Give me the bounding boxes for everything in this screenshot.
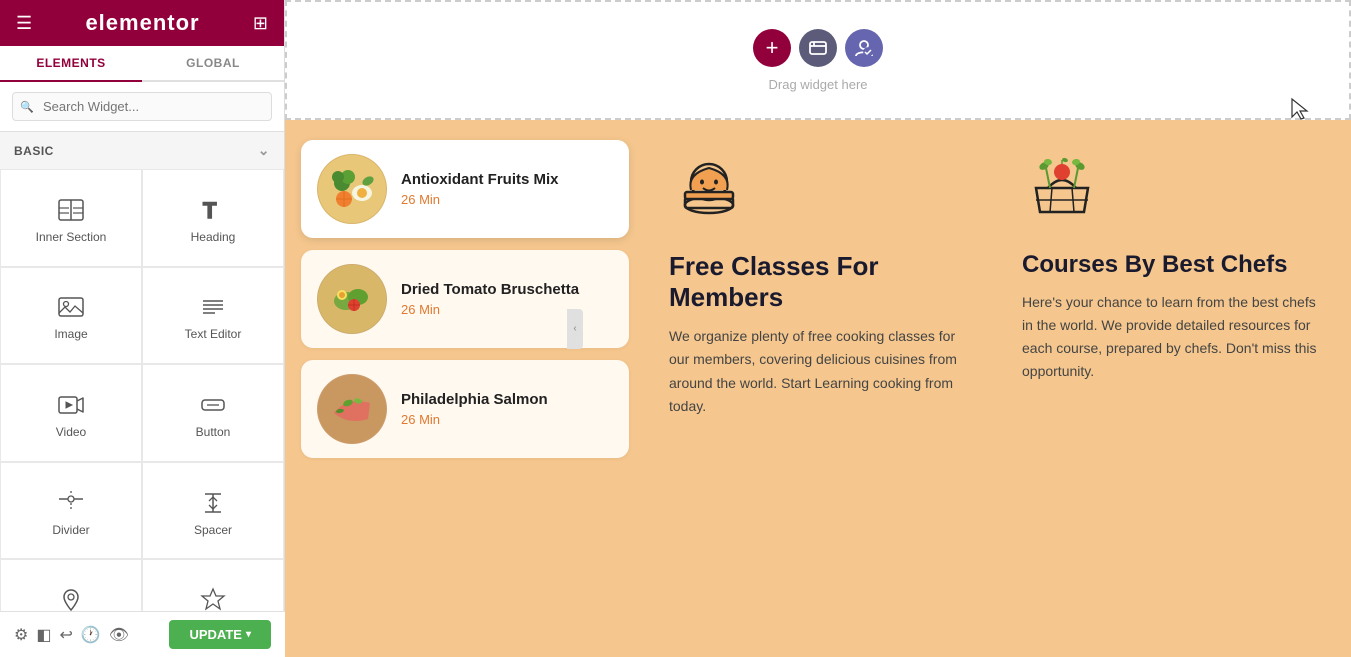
recipe-name-0: Antioxidant Fruits Mix: [401, 171, 613, 188]
courses-column: Courses By Best Chefs Here's your chance…: [998, 120, 1351, 657]
content-section: Antioxidant Fruits Mix 26 Min: [285, 120, 1351, 657]
text-editor-icon: [199, 293, 227, 321]
chef-hat-icon: [669, 150, 749, 235]
recipe-img-2: [317, 374, 387, 444]
spacer-icon: [199, 489, 227, 517]
user-button[interactable]: [845, 29, 883, 67]
eye-icon[interactable]: 👁: [109, 625, 129, 645]
recipe-card-2[interactable]: Philadelphia Salmon 26 Min: [301, 360, 629, 458]
bottom-toolbar: ⚙ ◧ ↩ 🕐 👁 UPDATE ▾: [0, 611, 285, 657]
drop-zone[interactable]: + Drag widget here: [285, 0, 1351, 120]
widget-heading-label: Heading: [191, 230, 236, 244]
widgets-grid: Inner Section T Heading Image: [0, 169, 284, 657]
button-icon: [199, 391, 227, 419]
cursor-indicator: [1289, 97, 1309, 126]
widget-inner-section[interactable]: Inner Section: [0, 169, 142, 267]
collapse-sidebar-handle[interactable]: ‹: [567, 309, 583, 349]
search-bar: [0, 82, 284, 132]
widget-inner-section-label: Inner Section: [36, 230, 107, 244]
nav-button[interactable]: [799, 29, 837, 67]
sidebar-header: ☰ elementor ⊞: [0, 0, 284, 46]
hamburger-menu-icon[interactable]: ☰: [16, 13, 32, 34]
recipe-info-0: Antioxidant Fruits Mix 26 Min: [401, 171, 613, 207]
history-icon[interactable]: 🕐: [81, 625, 101, 645]
add-widget-button[interactable]: +: [753, 29, 791, 67]
update-arrow-icon: ▾: [246, 629, 251, 640]
widget-image-label: Image: [54, 327, 87, 341]
toolbar-icons: ⚙ ◧ ↩ 🕐 👁: [14, 625, 129, 645]
icon-widget-icon: [199, 586, 227, 614]
widget-controls: +: [753, 29, 883, 67]
divider-icon: [57, 489, 85, 517]
layers-icon[interactable]: ◧: [36, 625, 51, 645]
category-header[interactable]: BASIC ⌄: [0, 132, 284, 169]
recipe-list: Antioxidant Fruits Mix 26 Min: [285, 120, 645, 657]
widget-button[interactable]: Button: [142, 364, 284, 462]
widget-button-label: Button: [196, 425, 231, 439]
undo-icon[interactable]: ↩: [59, 625, 72, 645]
elementor-logo: elementor: [85, 10, 199, 36]
inner-section-icon: [57, 196, 85, 224]
widget-spacer[interactable]: Spacer: [142, 462, 284, 560]
widget-video[interactable]: Video: [0, 364, 142, 462]
recipe-info-2: Philadelphia Salmon 26 Min: [401, 391, 613, 427]
widget-divider-label: Divider: [52, 523, 89, 537]
video-icon: [57, 391, 85, 419]
settings-icon[interactable]: ⚙: [14, 625, 28, 645]
widget-text-editor[interactable]: Text Editor: [142, 267, 284, 365]
recipe-name-1: Dried Tomato Bruschetta: [401, 281, 613, 298]
courses-title: Courses By Best Chefs: [1022, 251, 1287, 279]
widget-text-editor-label: Text Editor: [185, 327, 242, 341]
widget-spacer-label: Spacer: [194, 523, 232, 537]
chevron-down-icon: ⌄: [258, 142, 270, 159]
update-button[interactable]: UPDATE ▾: [169, 620, 271, 649]
recipe-card-0[interactable]: Antioxidant Fruits Mix 26 Min: [301, 140, 629, 238]
google-maps-icon: [57, 586, 85, 614]
drag-hint: Drag widget here: [769, 77, 868, 92]
basket-icon: [1022, 150, 1102, 235]
free-classes-desc: We organize plenty of free cooking class…: [669, 325, 974, 417]
info-column: Free Classes For Members We organize ple…: [645, 120, 998, 657]
widget-heading[interactable]: T Heading: [142, 169, 284, 267]
recipe-img-1: [317, 264, 387, 334]
tab-global[interactable]: GLOBAL: [142, 46, 284, 80]
svg-text:T: T: [203, 198, 217, 223]
free-classes-title: Free Classes For Members: [669, 251, 974, 313]
image-icon: [57, 293, 85, 321]
search-input[interactable]: [12, 92, 272, 121]
recipe-name-2: Philadelphia Salmon: [401, 391, 613, 408]
widget-divider[interactable]: Divider: [0, 462, 142, 560]
category-label: BASIC: [14, 144, 54, 158]
courses-desc: Here's your chance to learn from the bes…: [1022, 291, 1327, 383]
main-content: + Drag widget here: [285, 0, 1351, 657]
sidebar: ☰ elementor ⊞ ELEMENTS GLOBAL BASIC ⌄: [0, 0, 285, 657]
recipe-time-0: 26 Min: [401, 192, 613, 207]
recipe-time-2: 26 Min: [401, 412, 613, 427]
grid-icon[interactable]: ⊞: [253, 13, 268, 34]
widget-image[interactable]: Image: [0, 267, 142, 365]
heading-icon: T: [199, 196, 227, 224]
tab-elements[interactable]: ELEMENTS: [0, 46, 142, 82]
sidebar-tabs: ELEMENTS GLOBAL: [0, 46, 284, 82]
widget-video-label: Video: [56, 425, 86, 439]
recipe-img-0: [317, 154, 387, 224]
